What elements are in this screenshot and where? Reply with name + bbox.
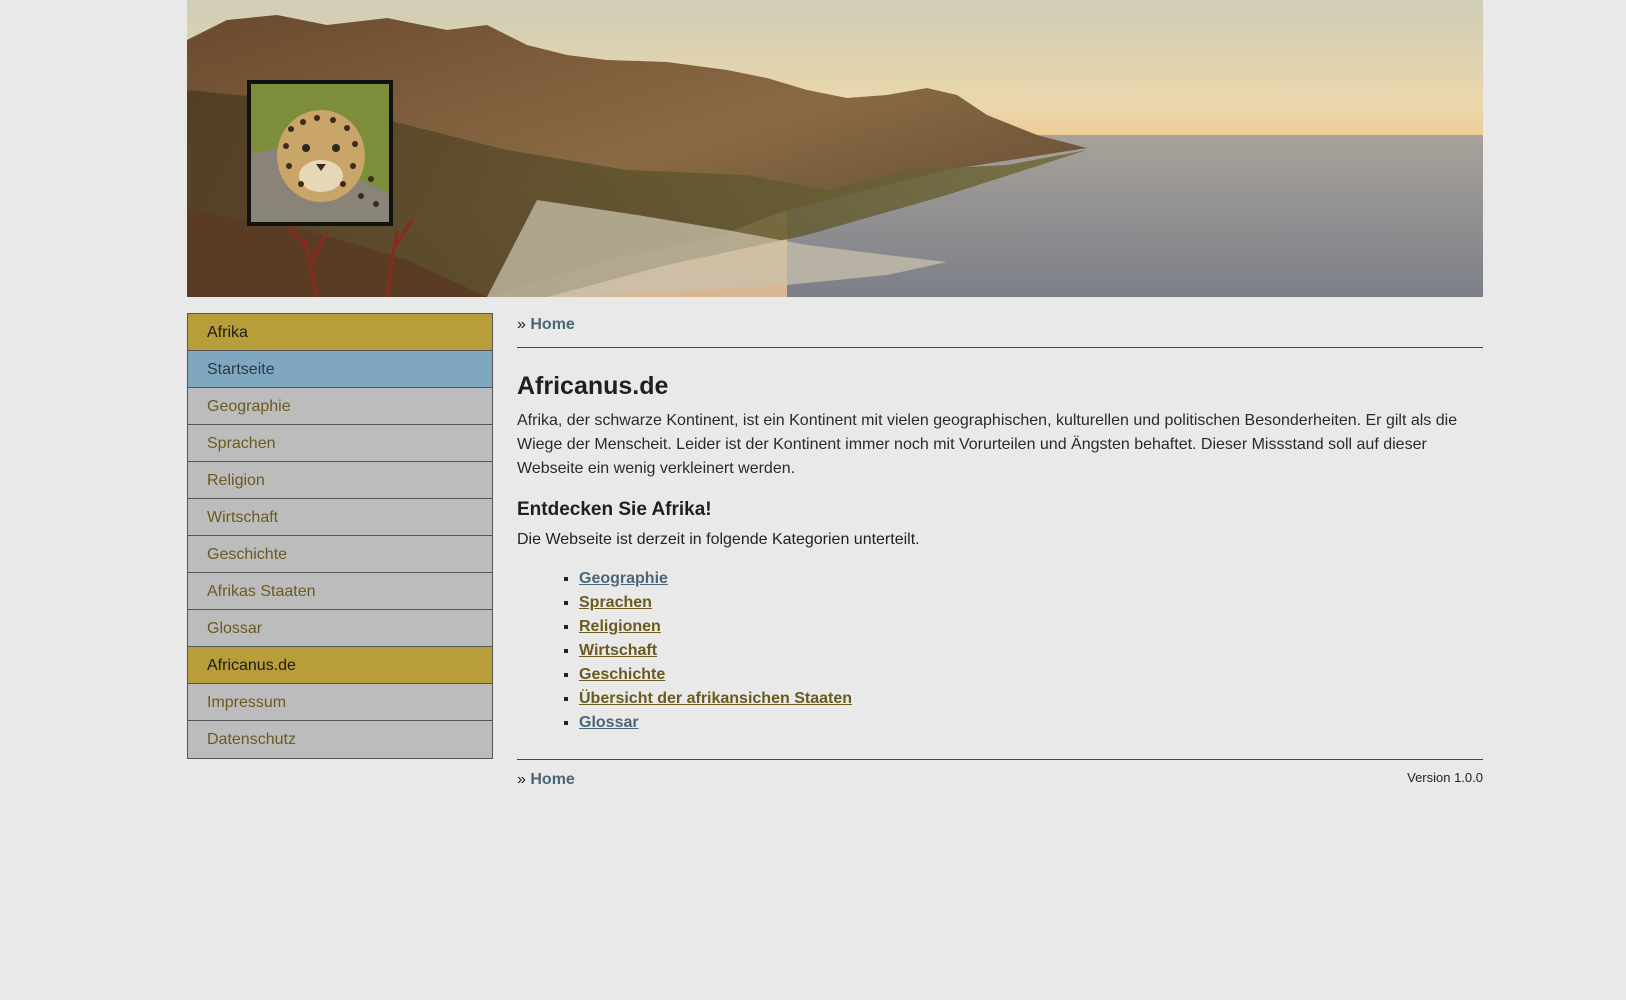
sidebar-item-religion[interactable]: Religion [188, 462, 492, 499]
category-link-religionen[interactable]: Religionen [579, 618, 661, 635]
version-label: Version 1.0.0 [1407, 770, 1483, 785]
list-item: Glossar [579, 711, 1483, 735]
category-link-geschichte[interactable]: Geschichte [579, 666, 665, 683]
sidebar-item-datenschutz[interactable]: Datenschutz [188, 721, 492, 758]
sidebar-item-startseite[interactable]: Startseite [188, 351, 492, 388]
footer-breadcrumb-separator: » [517, 771, 526, 788]
category-link-geographie[interactable]: Geographie [579, 570, 668, 587]
category-link-wirtschaft[interactable]: Wirtschaft [579, 642, 657, 659]
sidebar-item-afrika[interactable]: Afrika [188, 314, 492, 351]
sidebar-item-geographie[interactable]: Geographie [188, 388, 492, 425]
header-banner [187, 0, 1483, 297]
sidebar-item-sprachen[interactable]: Sprachen [188, 425, 492, 462]
breadcrumb-separator: » [517, 316, 526, 333]
sidebar-item-wirtschaft[interactable]: Wirtschaft [188, 499, 492, 536]
footer-home-link[interactable]: Home [530, 771, 574, 788]
list-item: Geographie [579, 567, 1483, 591]
list-item: Übersicht der afrikansichen Staaten [579, 687, 1483, 711]
list-item: Geschichte [579, 663, 1483, 687]
section-heading: Entdecken Sie Afrika! [517, 499, 712, 520]
category-link-staaten[interactable]: Übersicht der afrikansichen Staaten [579, 690, 852, 707]
page-title: Africanus.de [517, 372, 669, 400]
main-content: » Home Africanus.de Afrika, der schwarze… [517, 313, 1483, 792]
intro-text: Afrika, der schwarze Kontinent, ist ein … [517, 412, 1458, 477]
section-text: Die Webseite ist derzeit in folgende Kat… [517, 531, 920, 548]
category-link-sprachen[interactable]: Sprachen [579, 594, 652, 611]
footer: » Home Version 1.0.0 [517, 759, 1483, 792]
page-container: Afrika Startseite Geographie Sprachen Re… [187, 0, 1483, 788]
sidebar-item-afrikas-staaten[interactable]: Afrikas Staaten [188, 573, 492, 610]
sidebar-item-glossar[interactable]: Glossar [188, 610, 492, 647]
sidebar-item-impressum[interactable]: Impressum [188, 684, 492, 721]
breadcrumb: » Home [517, 313, 1483, 337]
breadcrumb-home-link[interactable]: Home [530, 316, 574, 333]
list-item: Sprachen [579, 591, 1483, 615]
leopard-photo [247, 80, 393, 226]
divider [517, 347, 1483, 348]
category-link-glossar[interactable]: Glossar [579, 714, 639, 731]
list-item: Wirtschaft [579, 639, 1483, 663]
sidebar-item-geschichte[interactable]: Geschichte [188, 536, 492, 573]
sidebar-nav: Afrika Startseite Geographie Sprachen Re… [187, 313, 493, 759]
category-list: Geographie Sprachen Religionen Wirtschaf… [517, 567, 1483, 735]
sidebar-item-africanus[interactable]: Africanus.de [188, 647, 492, 684]
footer-breadcrumb: » Home [517, 768, 1483, 792]
list-item: Religionen [579, 615, 1483, 639]
